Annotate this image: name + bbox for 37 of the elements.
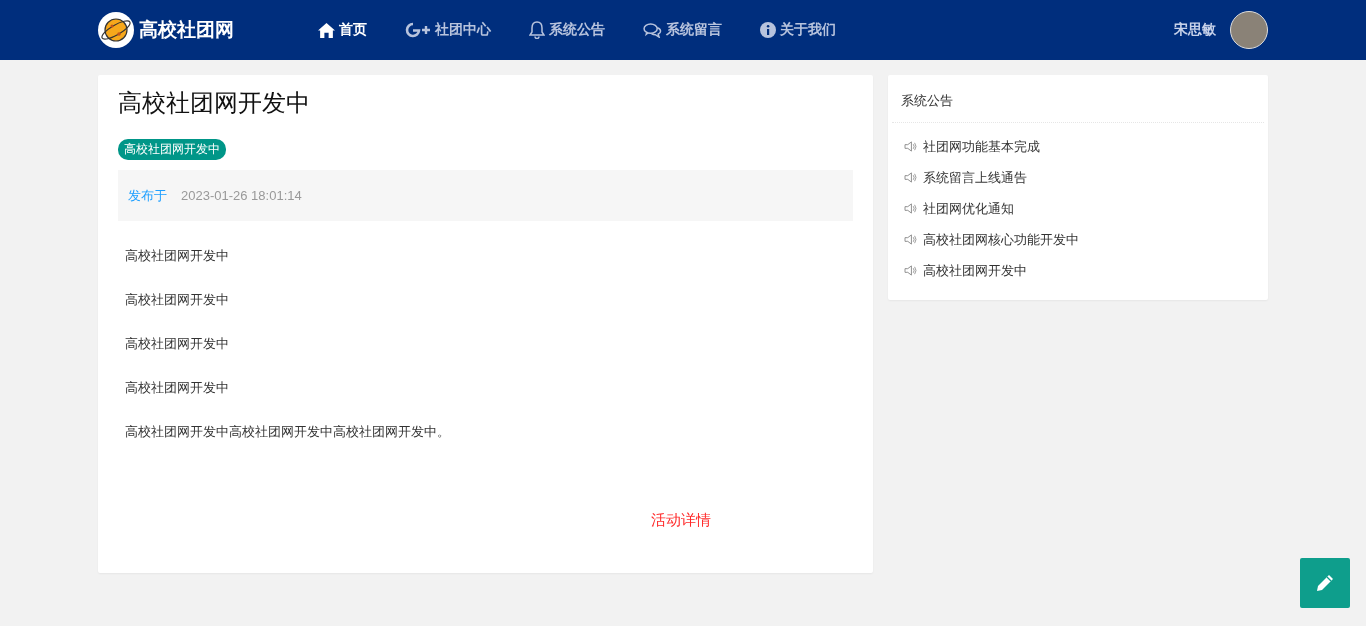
announcement-item[interactable]: 高校社团网核心功能开发中 bbox=[904, 224, 1252, 255]
speaker-icon bbox=[904, 265, 917, 276]
chat-bubbles-icon bbox=[643, 22, 662, 38]
article-paragraph: 高校社团网开发中高校社团网开发中高校社团网开发中。 bbox=[125, 423, 451, 441]
article-title: 高校社团网开发中 bbox=[118, 88, 311, 118]
announcement-item[interactable]: 系统留言上线通告 bbox=[904, 162, 1252, 193]
info-icon bbox=[760, 22, 776, 38]
google-plus-icon bbox=[405, 22, 431, 38]
home-icon bbox=[318, 22, 335, 38]
user-name[interactable]: 宋思敏 bbox=[1174, 21, 1216, 39]
published-time: 2023-01-26 18:01:14 bbox=[181, 188, 302, 203]
article-paragraph: 高校社团网开发中 bbox=[125, 379, 230, 397]
speaker-icon bbox=[904, 172, 917, 183]
site-title[interactable]: 高校社团网 bbox=[139, 17, 234, 43]
bell-icon bbox=[529, 21, 545, 39]
nav-link[interactable]: 首页 bbox=[318, 21, 367, 39]
planet-logo-icon[interactable] bbox=[98, 12, 134, 48]
announcement-item[interactable]: 社团网功能基本完成 bbox=[904, 131, 1252, 162]
nav-link[interactable]: 系统公告 bbox=[529, 21, 605, 39]
article-paragraph: 高校社团网开发中 bbox=[125, 247, 230, 265]
article-paragraph: 高校社团网开发中 bbox=[125, 291, 230, 309]
speaker-icon bbox=[904, 203, 917, 214]
article-paragraph: 高校社团网开发中 bbox=[125, 335, 230, 353]
speaker-icon bbox=[904, 141, 917, 152]
pencil-icon bbox=[1315, 573, 1335, 593]
panel-title: 系统公告 bbox=[892, 75, 1264, 123]
activity-details-link[interactable]: 活动详情 bbox=[651, 511, 711, 528]
announcement-item[interactable]: 高校社团网开发中 bbox=[904, 255, 1252, 286]
nav-link[interactable]: 系统留言 bbox=[643, 21, 722, 39]
announcement-item[interactable]: 社团网优化通知 bbox=[904, 193, 1252, 224]
speaker-icon bbox=[904, 234, 917, 245]
published-label: 发布于 bbox=[128, 186, 167, 205]
user-avatar[interactable] bbox=[1230, 11, 1268, 49]
nav-link[interactable]: 社团中心 bbox=[405, 21, 491, 39]
nav-link[interactable]: 关于我们 bbox=[760, 21, 836, 39]
edit-button[interactable] bbox=[1300, 558, 1350, 608]
article-tag: 高校社团网开发中 bbox=[118, 139, 226, 160]
